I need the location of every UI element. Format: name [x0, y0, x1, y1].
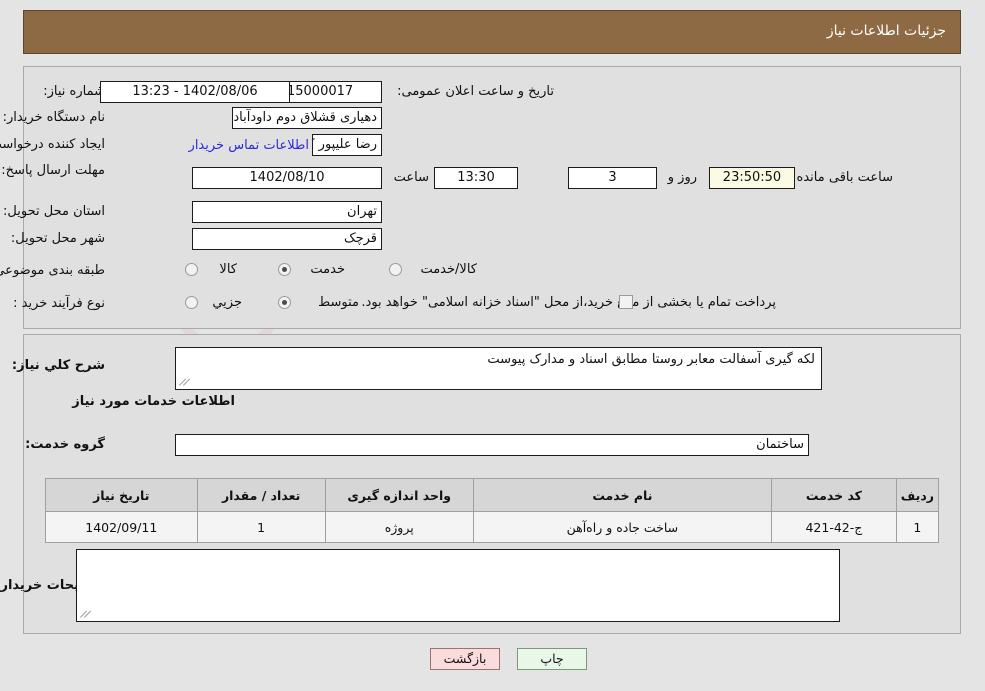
purchase-type-label: نوع فرآیند خرید :: [13, 296, 105, 311]
public-announce-label: تاریخ و ساعت اعلان عمومی:: [397, 84, 554, 99]
subject-class-label: طبقه بندی موضوعی:: [0, 263, 105, 278]
th-quantity: تعداد / مقدار: [196, 478, 326, 512]
radio-purchase-jozei[interactable]: [185, 296, 198, 309]
cell-date: 1402/09/11: [45, 511, 198, 543]
public-announce-value: 1402/08/06 - 13:23: [100, 81, 290, 103]
cell-unit: پروژه: [324, 511, 474, 543]
buyer-org-label: نام دستگاه خریدار:: [2, 110, 105, 125]
days-left-value: 3: [568, 167, 657, 189]
hour-label: ساعت: [393, 170, 429, 185]
radio-subject-kala-khedmat-label: کالا/خدمت: [420, 262, 477, 277]
need-summary-label: شرح کلي نیاز:: [11, 358, 105, 373]
resize-grip-icon: [80, 609, 92, 619]
radio-purchase-jozei-label: جزیي: [212, 295, 242, 310]
treasury-bond-checkbox[interactable]: [619, 295, 633, 309]
radio-subject-khedmat-label: خدمت: [310, 262, 345, 277]
deadline-time-value: 13:30: [434, 167, 518, 189]
deadline-date-value: 1402/08/10: [192, 167, 382, 189]
back-button[interactable]: بازگشت: [430, 648, 500, 670]
page-header-bar: جزئیات اطلاعات نیاز: [23, 10, 961, 54]
table-header-row: ردیف کد خدمت نام خدمت واحد اندازه گیری ت…: [45, 478, 940, 512]
page-title: جزئیات اطلاعات نیاز: [826, 23, 946, 39]
th-name: نام خدمت: [472, 478, 773, 512]
th-unit: واحد اندازه گیری: [324, 478, 474, 512]
service-group-label: گروه خدمت:: [25, 437, 105, 452]
cell-name: ساخت جاده و راه‌آهن: [472, 511, 773, 543]
buyer-org-value: دهیاری قشلاق دوم داودآباد شهرستان قرچک: [232, 107, 382, 129]
radio-subject-kala-label: کالا: [219, 262, 237, 277]
service-group-value: ساختمان: [175, 434, 809, 456]
radio-purchase-motavaset-label: متوسط: [318, 295, 359, 310]
buyer-contact-link[interactable]: اطلاعات تماس خریدار: [189, 138, 309, 153]
days-and-label: روز و: [667, 170, 697, 185]
radio-purchase-motavaset[interactable]: [278, 296, 291, 309]
cell-quantity: 1: [196, 511, 326, 543]
radio-subject-khedmat[interactable]: [278, 263, 291, 276]
treasury-bond-note: پرداخت تمام یا بخشی از مبلغ خرید،از محل …: [361, 295, 776, 310]
buyer-notes-textarea[interactable]: [76, 549, 840, 622]
need-number-label: شماره نیاز:: [43, 84, 105, 99]
need-summary-textarea[interactable]: لکه گیری آسفالت معابر روستا مطابق اسناد …: [175, 347, 822, 390]
delivery-city-value: قرچک: [192, 228, 382, 250]
request-creator-label: ایجاد کننده درخواست:: [0, 137, 105, 152]
response-deadline-label: مهلت ارسال پاسخ: تا تاریخ:: [0, 163, 105, 178]
delivery-province-value: تهران: [192, 201, 382, 223]
request-creator-value: رضا علیپور کاربرداز دهیاری قشلاق دوم داو…: [312, 134, 382, 156]
need-summary-text: لکه گیری آسفالت معابر روستا مطابق اسناد …: [487, 352, 815, 367]
need-info-panel: [23, 66, 961, 329]
th-date: تاریخ نیاز: [45, 478, 198, 512]
hours-left-countdown: 23:50:50: [709, 167, 795, 189]
services-section-title: اطلاعات خدمات مورد نیاز: [72, 394, 235, 409]
remaining-label: ساعت باقی مانده: [796, 170, 893, 185]
radio-subject-kala[interactable]: [185, 263, 198, 276]
cell-code: ج-42-421: [771, 511, 897, 543]
th-radif: ردیف: [895, 478, 940, 512]
cell-radif: 1: [895, 511, 940, 543]
table-row: 1 ج-42-421 ساخت جاده و راه‌آهن پروژه 1 1…: [45, 511, 940, 543]
th-code: کد خدمت: [771, 478, 897, 512]
print-button[interactable]: چاپ: [517, 648, 587, 670]
resize-grip-icon: [179, 377, 191, 387]
services-table: ردیف کد خدمت نام خدمت واحد اندازه گیری ت…: [45, 478, 940, 543]
delivery-city-label: شهر محل تحویل:: [10, 231, 105, 246]
radio-subject-kala-khedmat[interactable]: [389, 263, 402, 276]
delivery-province-label: استان محل تحویل:: [3, 204, 105, 219]
tender-details-page: AriaTender.net جزئیات اطلاعات نیاز شماره…: [0, 0, 985, 691]
